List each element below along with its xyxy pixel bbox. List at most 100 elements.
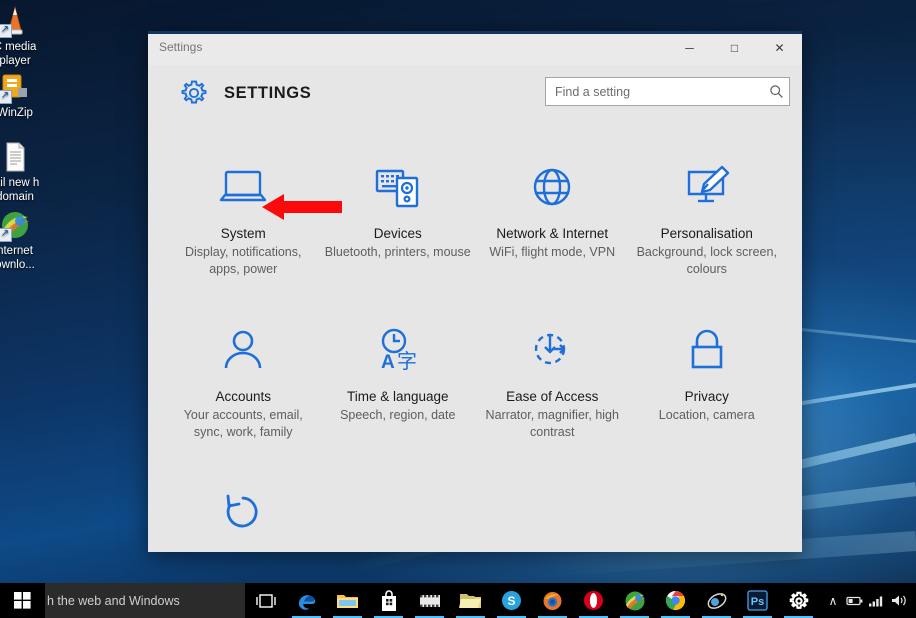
tile-privacy[interactable]: Privacy Location, camera bbox=[630, 317, 785, 480]
taskbar-item-edge[interactable] bbox=[286, 583, 327, 618]
windows-logo-icon bbox=[14, 592, 31, 609]
vlc-cone-icon: ↗ bbox=[0, 4, 32, 38]
opera-icon bbox=[584, 591, 603, 610]
taskbar-item-photoshop[interactable]: Ps bbox=[737, 583, 778, 618]
taskbar-item-chrome[interactable] bbox=[655, 583, 696, 618]
taskbar-item-file-explorer[interactable] bbox=[327, 583, 368, 618]
settings-header: SETTINGS bbox=[148, 65, 802, 127]
desktop-icon-winzip[interactable]: ↗ WinZip bbox=[0, 70, 48, 121]
tile-subtitle: Location, camera bbox=[658, 408, 755, 422]
signal-bars-icon bbox=[869, 596, 883, 606]
monitor-brush-icon bbox=[676, 160, 738, 214]
tile-title: Time & language bbox=[346, 389, 449, 404]
settings-tiles-grid: System Display, notifications, apps, pow… bbox=[148, 124, 802, 552]
firefox-icon bbox=[543, 592, 562, 610]
taskbar-item-skype[interactable]: S bbox=[491, 583, 532, 618]
battery-button[interactable] bbox=[844, 583, 866, 618]
search-icon[interactable] bbox=[763, 84, 789, 99]
store-bag-icon bbox=[381, 589, 396, 611]
refresh-icon bbox=[212, 486, 274, 540]
annotation-arrow-icon bbox=[262, 191, 342, 223]
task-view-button[interactable] bbox=[245, 583, 286, 618]
person-icon bbox=[212, 323, 274, 377]
edge-icon bbox=[298, 594, 315, 610]
window-titlebar[interactable]: Settings ─ □ ✕ bbox=[148, 31, 802, 65]
svg-text:字: 字 bbox=[397, 349, 417, 373]
comet-browser-icon bbox=[707, 592, 726, 609]
idm-icon: ↗ bbox=[0, 208, 32, 242]
tile-devices[interactable]: Devices Bluetooth, printers, mouse bbox=[321, 154, 476, 317]
globe-icon bbox=[521, 160, 583, 214]
tile-title: System bbox=[220, 226, 266, 241]
chevron-up-icon: ∧ bbox=[828, 593, 838, 608]
taskbar-item-firefox[interactable] bbox=[532, 583, 573, 618]
settings-window[interactable]: Settings ─ □ ✕ SETTINGS Find a setting S… bbox=[148, 31, 802, 552]
tile-title: Privacy bbox=[684, 389, 729, 404]
text-document-icon bbox=[0, 140, 32, 174]
keyboard-printer-icon bbox=[367, 160, 429, 214]
tile-title: Personalisation bbox=[660, 226, 753, 241]
tile-update-security[interactable]: Update & security Windows Update bbox=[166, 480, 321, 552]
taskbar-search-box[interactable]: h the web and Windows bbox=[45, 583, 245, 618]
taskbar-item-movies-tv[interactable] bbox=[409, 583, 450, 618]
taskbar-item-opera[interactable] bbox=[573, 583, 614, 618]
tile-system[interactable]: System Display, notifications, apps, pow… bbox=[166, 154, 321, 317]
desktop-screen: ↗ C media player ↗ WinZip bbox=[0, 0, 916, 618]
desktop-icon-label: WinZip bbox=[0, 107, 33, 119]
shortcut-arrow-badge: ↗ bbox=[0, 90, 12, 104]
tile-subtitle: Background, lock screen, colours bbox=[636, 245, 777, 276]
svg-text:A: A bbox=[381, 352, 395, 373]
speaker-icon bbox=[892, 595, 906, 606]
tile-subtitle: WiFi, flight mode, VPN bbox=[489, 245, 616, 259]
tile-personalisation[interactable]: Personalisation Background, lock screen,… bbox=[630, 154, 785, 317]
search-input[interactable] bbox=[546, 84, 763, 99]
close-button[interactable]: ✕ bbox=[757, 34, 802, 62]
minimize-button[interactable]: ─ bbox=[667, 34, 712, 62]
volume-button[interactable] bbox=[888, 583, 910, 618]
desktop-icon-internet-download-manager[interactable]: ↗ nternet ownlo... bbox=[0, 208, 48, 272]
search-box[interactable] bbox=[545, 77, 790, 106]
taskbar[interactable]: h the web and Windows S Ps ∧ bbox=[0, 583, 916, 618]
taskbar-search-text: h the web and Windows bbox=[47, 593, 180, 608]
taskbar-item-folder-yellow[interactable] bbox=[450, 583, 491, 618]
shortcut-arrow-badge: ↗ bbox=[0, 24, 12, 38]
task-view-icon bbox=[255, 593, 276, 608]
tile-subtitle: Your accounts, email, sync, work, family bbox=[183, 408, 303, 439]
svg-text:Ps: Ps bbox=[751, 596, 764, 608]
taskbar-item-store[interactable] bbox=[368, 583, 409, 618]
desktop-icon-label: nternet ownlo... bbox=[0, 245, 35, 271]
tile-time-language[interactable]: A 字 Time & language Speech, region, date bbox=[321, 317, 476, 480]
tile-title: Devices bbox=[373, 226, 422, 241]
battery-icon bbox=[846, 596, 863, 605]
tile-network-internet[interactable]: Network & Internet WiFi, flight mode, VP… bbox=[475, 154, 630, 317]
tile-ease-of-access[interactable]: Ease of Access Narrator, magnifier, high… bbox=[475, 317, 630, 480]
network-signal-button[interactable] bbox=[866, 583, 888, 618]
ease-of-access-icon bbox=[521, 323, 583, 377]
maximize-button[interactable]: □ bbox=[712, 34, 757, 62]
show-hidden-icons-button[interactable]: ∧ bbox=[822, 583, 844, 618]
taskbar-items: S Ps bbox=[245, 583, 819, 618]
tile-subtitle: Display, notifications, apps, power bbox=[185, 245, 302, 276]
folder-icon bbox=[337, 594, 358, 608]
taskbar-item-settings[interactable] bbox=[778, 583, 819, 618]
tile-title: Accounts bbox=[215, 389, 272, 404]
system-tray: ∧ bbox=[822, 583, 916, 618]
shortcut-arrow-badge: ↗ bbox=[0, 228, 12, 242]
start-button[interactable] bbox=[0, 583, 45, 618]
folder-open-icon bbox=[459, 593, 481, 608]
gear-icon bbox=[180, 79, 208, 107]
skype-icon: S bbox=[502, 591, 521, 610]
tile-accounts[interactable]: Accounts Your accounts, email, sync, wor… bbox=[166, 317, 321, 480]
page-title: SETTINGS bbox=[224, 84, 312, 102]
taskbar-item-internet-download-manager[interactable] bbox=[614, 583, 655, 618]
svg-text:S: S bbox=[507, 594, 515, 608]
clock-language-icon: A 字 bbox=[367, 323, 429, 377]
desktop-icon-vlc-media-player[interactable]: ↗ C media player bbox=[0, 4, 48, 68]
idm-icon bbox=[625, 591, 645, 610]
lock-icon bbox=[676, 323, 738, 377]
window-controls: ─ □ ✕ bbox=[667, 34, 802, 62]
taskbar-item-browser-comet[interactable] bbox=[696, 583, 737, 618]
winzip-icon: ↗ bbox=[0, 70, 32, 104]
desktop-icon-text-document[interactable]: tail new h domain bbox=[0, 140, 48, 204]
desktop-icon-label: C media player bbox=[0, 41, 37, 67]
